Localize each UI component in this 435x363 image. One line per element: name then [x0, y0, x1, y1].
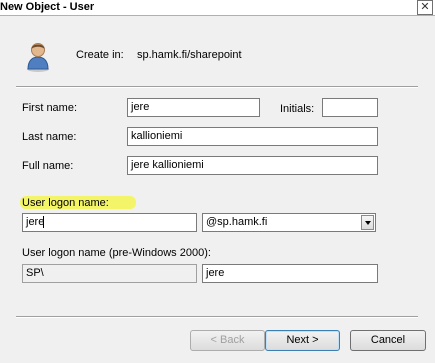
logon-name-label: User logon name:	[22, 197, 109, 209]
create-in-label: Create in:	[76, 49, 124, 61]
full-name-label: Full name:	[22, 160, 74, 172]
domain-select-value: @sp.hamk.fi	[206, 216, 268, 228]
cancel-button[interactable]: Cancel	[350, 330, 426, 351]
title-bar: New Object - User ✕	[0, 0, 435, 16]
last-name-field[interactable]: kallioniemi	[127, 127, 378, 146]
initials-label: Initials:	[280, 103, 315, 115]
close-icon[interactable]: ✕	[417, 0, 433, 15]
initials-field[interactable]	[322, 98, 378, 117]
full-name-field[interactable]: jere kallioniemi	[127, 156, 378, 175]
text-caret	[43, 216, 45, 229]
separator-bottom	[16, 316, 418, 318]
domain-select[interactable]: @sp.hamk.fi	[202, 213, 376, 232]
last-name-label: Last name:	[22, 131, 77, 143]
first-name-label: First name:	[22, 102, 78, 114]
window-title: New Object - User	[0, 1, 95, 13]
logon-name-value: jere	[26, 216, 45, 228]
pre2000-name-field[interactable]: jere	[202, 264, 378, 283]
logon-name-field[interactable]: jere	[22, 213, 197, 232]
first-name-field[interactable]: jere	[127, 98, 260, 117]
separator-top	[16, 86, 418, 88]
pre2000-domain-field: SP\	[22, 264, 197, 283]
next-button[interactable]: Next >	[265, 330, 340, 351]
user-icon	[27, 43, 49, 72]
back-button[interactable]: < Back	[190, 330, 265, 351]
create-in-path: sp.hamk.fi/sharepoint	[137, 49, 242, 61]
pre2000-label: User logon name (pre-Windows 2000):	[22, 247, 211, 259]
chevron-down-icon[interactable]	[361, 215, 374, 230]
